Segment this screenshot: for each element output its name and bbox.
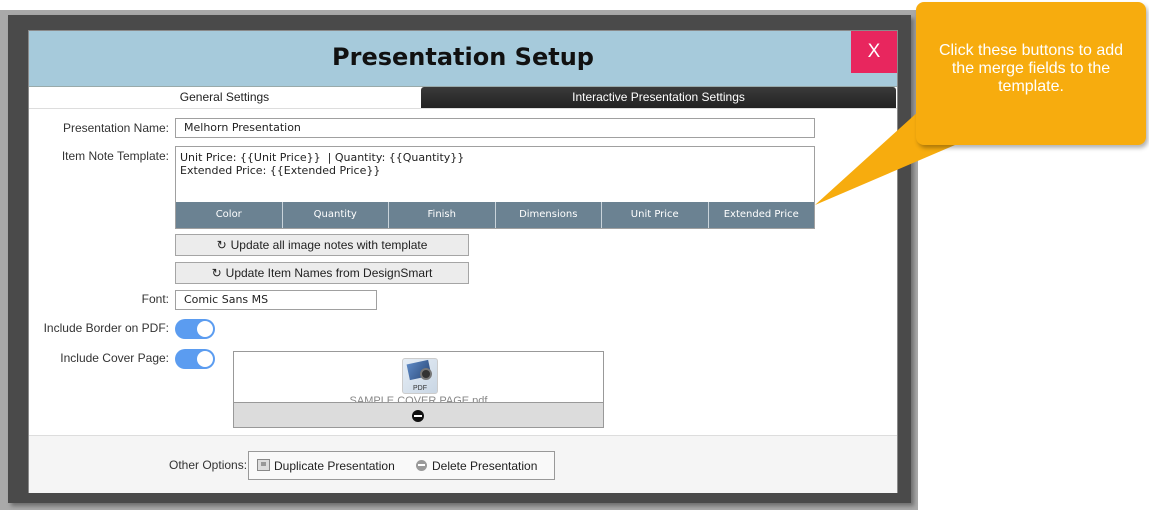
dialog-title: Presentation Setup	[332, 43, 594, 71]
cover-page-upload: PDF SAMPLE COVER PAGE.pdf	[233, 351, 604, 428]
include-cover-label: Include Cover Page:	[60, 351, 169, 365]
update-item-names-button[interactable]: ↻ Update Item Names from DesignSmart	[175, 262, 469, 284]
merge-dimensions-button[interactable]: Dimensions	[496, 202, 602, 228]
tab-interactive-presentation-settings[interactable]: Interactive Presentation Settings	[421, 87, 896, 108]
update-image-notes-label: Update all image notes with template	[230, 238, 428, 252]
update-item-names-label: Update Item Names from DesignSmart	[225, 266, 433, 280]
duplicate-presentation-label: Duplicate Presentation	[274, 459, 395, 473]
item-note-template-text[interactable]: Unit Price: {{Unit Price}} | Quantity: {…	[180, 151, 464, 177]
item-note-template-label: Item Note Template:	[61, 149, 169, 163]
presentation-name-input[interactable]: Melhorn Presentation	[175, 118, 815, 138]
tab-general-settings[interactable]: General Settings	[29, 87, 420, 108]
pdf-file-icon[interactable]: PDF	[402, 358, 438, 394]
tab-bar: General Settings Interactive Presentatio…	[29, 87, 897, 109]
toggle-knob	[197, 321, 213, 337]
merge-quantity-button[interactable]: Quantity	[283, 202, 389, 228]
font-input[interactable]: Comic Sans MS	[175, 290, 377, 310]
refresh-icon: ↻	[216, 238, 227, 252]
remove-cover-icon[interactable]	[412, 410, 424, 422]
help-callout: Click these buttons to add the merge fie…	[916, 2, 1146, 145]
close-button[interactable]: X	[851, 31, 897, 73]
merge-unit-price-button[interactable]: Unit Price	[602, 202, 709, 228]
item-note-template-field[interactable]: Unit Price: {{Unit Price}} | Quantity: {…	[175, 146, 815, 229]
pdf-icon-label: PDF	[413, 385, 427, 392]
cover-actions-bar	[234, 402, 603, 427]
duplicate-icon	[257, 459, 270, 471]
merge-finish-button[interactable]: Finish	[389, 202, 496, 228]
delete-presentation-label: Delete Presentation	[432, 459, 538, 473]
callout-text: Click these buttons to add the merge fie…	[938, 42, 1124, 95]
duplicate-presentation-button[interactable]: Duplicate Presentation	[257, 459, 395, 473]
other-options-label: Other Options:	[169, 458, 248, 472]
include-border-label: Include Border on PDF:	[43, 321, 169, 335]
update-image-notes-button[interactable]: ↻ Update all image notes with template	[175, 234, 469, 256]
dialog-footer: Other Options: Duplicate Presentation De…	[29, 435, 897, 493]
toggle-knob	[197, 351, 213, 367]
presentation-name-label: Presentation Name:	[62, 121, 169, 135]
merge-field-buttons: Color Quantity Finish Dimensions Unit Pr…	[176, 202, 814, 228]
delete-icon	[416, 460, 427, 471]
presentation-setup-dialog: Presentation Setup X General Settings In…	[28, 30, 898, 493]
include-cover-toggle[interactable]	[175, 349, 215, 369]
title-bar: Presentation Setup X	[29, 31, 897, 87]
merge-color-button[interactable]: Color	[176, 202, 283, 228]
delete-presentation-button[interactable]: Delete Presentation	[416, 459, 537, 473]
refresh-icon: ↻	[211, 266, 222, 280]
include-border-toggle[interactable]	[175, 319, 215, 339]
other-options-group: Duplicate Presentation Delete Presentati…	[248, 451, 555, 480]
preview-lens	[420, 368, 432, 380]
merge-extended-price-button[interactable]: Extended Price	[709, 202, 815, 228]
font-label: Font:	[141, 292, 169, 306]
